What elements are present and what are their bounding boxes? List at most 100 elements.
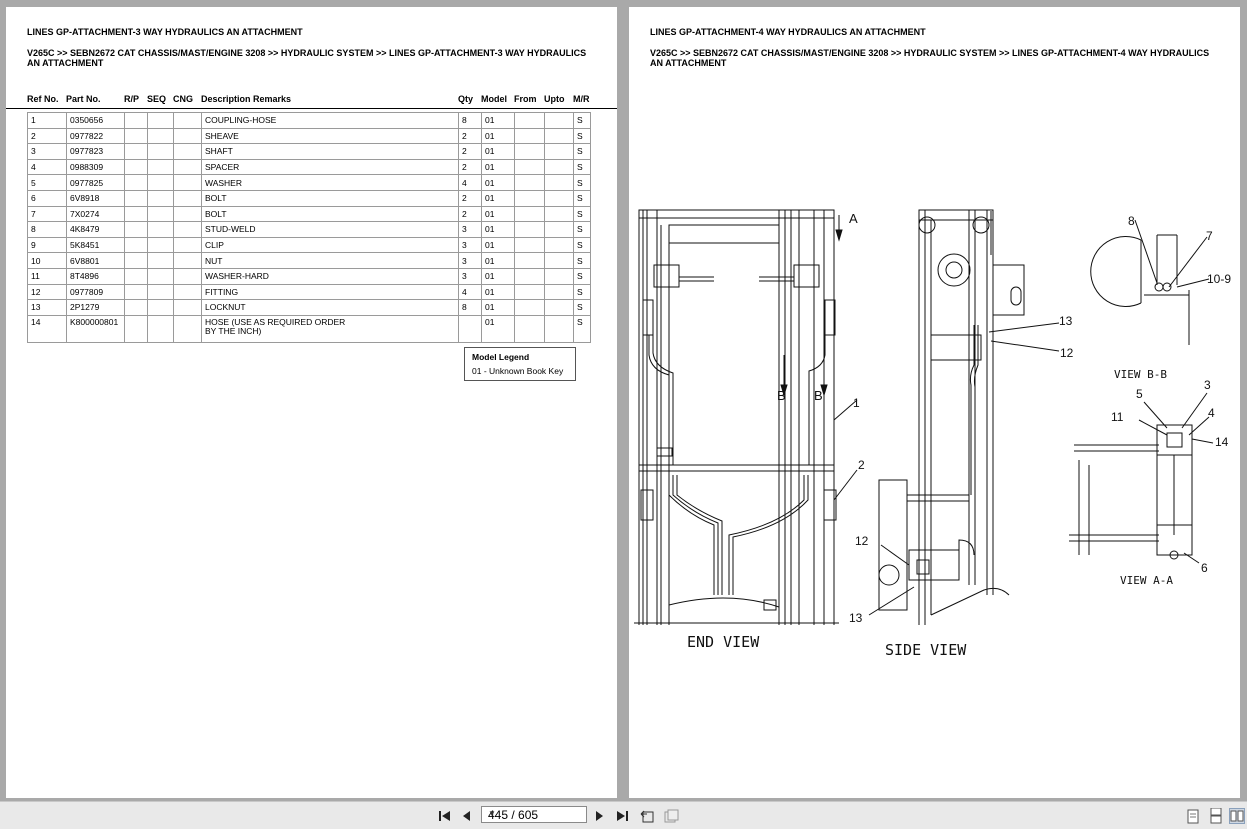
cell-qty: 8 [458, 299, 482, 316]
cell-description: WASHER-HARD [201, 267, 459, 285]
cell-cng [173, 252, 202, 269]
model-legend-title: Model Legend [472, 352, 530, 362]
col-header-model: Model [481, 94, 507, 104]
cell-rp [124, 143, 148, 160]
model-legend-item: 01 - Unknown Book Key [472, 366, 564, 376]
cell-cng [173, 127, 202, 145]
cell-cng [173, 189, 202, 207]
cell-part-no: 2P1279 [66, 299, 125, 316]
cell-rp [124, 283, 148, 301]
cell-part-no: 5K8451 [66, 236, 125, 254]
cell-mr: S [573, 189, 591, 207]
cell-qty: 2 [458, 127, 482, 145]
cell-qty: 2 [458, 205, 482, 223]
cell-seq [147, 221, 174, 238]
cell-part-no: K800000801 [66, 314, 125, 343]
cell-model: 01 [481, 236, 515, 254]
cell-ref: 3 [27, 143, 67, 160]
callout-5: 5 [1136, 387, 1143, 401]
cell-part-no: 0977823 [66, 143, 125, 160]
cell-seq [147, 236, 174, 254]
cell-part-no: 8T4896 [66, 267, 125, 285]
cell-mr: S [573, 236, 591, 254]
cell-model: 01 [481, 267, 515, 285]
forward-view-icon[interactable] [663, 808, 679, 824]
continuous-page-icon[interactable] [1208, 808, 1224, 824]
table-row: 1 0350656 COUPLING-HOSE 8 01 S [27, 112, 591, 129]
table-row: 10 6V8801 NUT 3 01 S [27, 252, 591, 269]
cell-mr: S [573, 252, 591, 269]
breadcrumb: V265C >> SEBN2672 CAT CHASSIS/MAST/ENGIN… [27, 48, 587, 68]
right-page: LINES GP-ATTACHMENT-4 WAY HYDRAULICS AN … [629, 7, 1240, 798]
cell-from [514, 205, 545, 223]
cell-from [514, 174, 545, 191]
col-header-rp: R/P [124, 94, 140, 104]
cell-model: 01 [481, 143, 515, 160]
cell-ref: 5 [27, 174, 67, 191]
next-page-icon[interactable] [591, 808, 607, 824]
cell-description: NUT [201, 252, 459, 269]
cell-part-no: 4K8479 [66, 221, 125, 238]
cell-part-no: 0350656 [66, 112, 125, 129]
cell-qty: 2 [458, 143, 482, 160]
callout-4: 4 [1208, 406, 1215, 420]
cell-seq [147, 252, 174, 269]
cell-upto [544, 127, 574, 145]
cell-part-no: 7X0274 [66, 205, 125, 223]
cell-model: 01 [481, 205, 515, 223]
cell-ref: 11 [27, 267, 67, 285]
end-view-diagram [634, 209, 858, 625]
callout-12-side: 12 [1060, 346, 1074, 360]
last-page-icon[interactable] [614, 808, 630, 824]
cell-from [514, 314, 545, 343]
cell-rp [124, 221, 148, 238]
cell-from [514, 143, 545, 160]
cell-from [514, 236, 545, 254]
cell-cng [173, 221, 202, 238]
cell-part-no: 6V8801 [66, 252, 125, 269]
view-aa-label: VIEW A-A [1120, 574, 1173, 587]
callout-12-bottom: 12 [855, 534, 869, 548]
cell-mr: S [573, 158, 591, 176]
cell-upto [544, 174, 574, 191]
cell-from [514, 189, 545, 207]
side-view-diagram [868, 209, 1060, 625]
cell-cng [173, 299, 202, 316]
table-row: 2 0977822 SHEAVE 2 01 S [27, 127, 591, 145]
cell-cng [173, 112, 202, 129]
cell-upto [544, 299, 574, 316]
cell-from [514, 252, 545, 269]
cell-ref: 12 [27, 283, 67, 301]
cell-ref: 8 [27, 221, 67, 238]
col-header-mr: M/R [573, 94, 590, 104]
cell-ref: 7 [27, 205, 67, 223]
cell-seq [147, 267, 174, 285]
cell-seq [147, 127, 174, 145]
cell-seq [147, 189, 174, 207]
prev-page-icon[interactable] [459, 808, 475, 824]
cell-from [514, 158, 545, 176]
two-page-icon[interactable] [1229, 808, 1245, 824]
cell-description: CLIP [201, 236, 459, 254]
callout-8: 8 [1128, 214, 1135, 228]
callout-13-bottom: 13 [849, 611, 863, 625]
cell-upto [544, 221, 574, 238]
cell-upto [544, 314, 574, 343]
end-view-label: END VIEW [687, 633, 760, 651]
col-header-seq: SEQ [147, 94, 167, 104]
first-page-icon[interactable] [437, 808, 453, 824]
cell-qty: 3 [458, 221, 482, 238]
callout-11: 11 [1111, 410, 1124, 424]
cell-mr: S [573, 299, 591, 316]
cell-cng [173, 267, 202, 285]
back-view-icon[interactable] [639, 808, 655, 824]
col-header-from: From [514, 94, 537, 104]
page-number-select[interactable]: 445 / 605 ▼ [481, 806, 587, 823]
cell-ref: 14 [27, 314, 67, 343]
header-divider [6, 108, 617, 109]
single-page-icon[interactable] [1185, 808, 1201, 824]
cell-seq [147, 143, 174, 160]
cell-from [514, 299, 545, 316]
cell-upto [544, 112, 574, 129]
cell-rp [124, 267, 148, 285]
